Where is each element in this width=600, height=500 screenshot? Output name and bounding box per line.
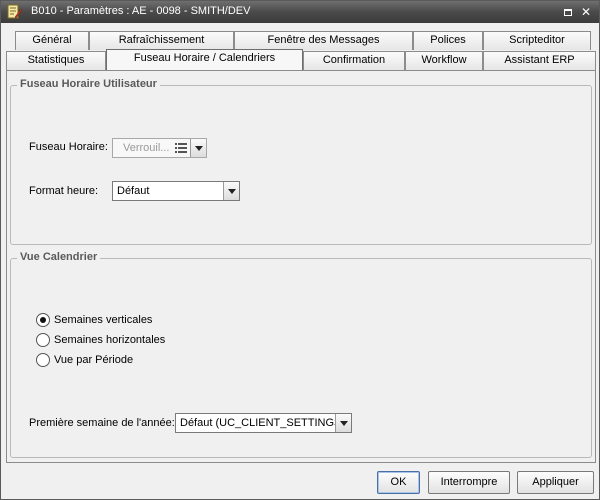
tab-confirmation[interactable]: Confirmation <box>303 51 405 70</box>
tab-scripteditor[interactable]: Scripteditor <box>483 31 591 50</box>
first-week-label: Première semaine de l'année: <box>29 417 175 429</box>
tab-content-panel: Fuseau Horaire Utilisateur Fuseau Horair… <box>6 71 596 463</box>
radio-label: Semaines verticales <box>54 314 153 326</box>
time-format-label: Format heure: <box>29 185 99 197</box>
first-week-combo[interactable]: Défaut (UC_CLIENT_SETTINGS) <box>175 413 352 433</box>
tab-timezone-calendars[interactable]: Fuseau Horaire / Calendriers <box>106 49 303 70</box>
tab-general[interactable]: Général <box>15 31 89 50</box>
ok-button[interactable]: OK <box>377 471 420 494</box>
radio-button[interactable] <box>36 333 50 347</box>
tab-row-back: Général Rafraîchissement Fenêtre des Mes… <box>1 31 600 50</box>
timezone-combo[interactable]: Verrouil... <box>112 138 207 158</box>
timezone-groupbox: Fuseau Horaire Utilisateur Fuseau Horair… <box>10 78 592 245</box>
app-icon <box>7 4 22 19</box>
timezone-group-title: Fuseau Horaire Utilisateur <box>17 78 160 90</box>
tab-fonts[interactable]: Polices <box>413 31 483 50</box>
tab-refresh[interactable]: Rafraîchissement <box>89 31 234 50</box>
maximize-icon[interactable] <box>561 5 575 19</box>
radio-label: Semaines horizontales <box>54 334 166 346</box>
calendar-group-title: Vue Calendrier <box>17 251 101 263</box>
time-format-value: Défaut <box>117 185 150 197</box>
title-bar[interactable]: B010 - Paramètres : AE - 0098 - SMITH/DE… <box>1 1 599 23</box>
calendar-view-groupbox: Vue Calendrier Semaines verticales Semai… <box>10 251 592 458</box>
chevron-down-icon[interactable] <box>335 414 351 432</box>
first-week-value: Défaut (UC_CLIENT_SETTINGS) <box>180 417 346 429</box>
time-format-combo[interactable]: Défaut <box>112 181 240 201</box>
chevron-down-icon[interactable] <box>190 139 206 157</box>
timezone-value: Verrouil... <box>123 142 170 154</box>
chevron-down-icon[interactable] <box>223 182 239 200</box>
tab-message-window[interactable]: Fenêtre des Messages <box>234 31 413 50</box>
apply-button[interactable]: Appliquer <box>517 471 594 494</box>
close-icon[interactable]: ✕ <box>579 5 593 19</box>
radio-button[interactable] <box>36 313 50 327</box>
radio-button[interactable] <box>36 353 50 367</box>
cancel-button[interactable]: Interrompre <box>428 471 510 494</box>
tab-statistics[interactable]: Statistiques <box>6 51 106 70</box>
tab-workflow[interactable]: Workflow <box>405 51 483 70</box>
tab-erp-assistant[interactable]: Assistant ERP <box>483 51 596 70</box>
list-icon <box>175 143 187 153</box>
tab-row-front: Statistiques Fuseau Horaire / Calendrier… <box>1 49 600 70</box>
timezone-label: Fuseau Horaire: <box>29 141 108 153</box>
settings-dialog: B010 - Paramètres : AE - 0098 - SMITH/DE… <box>0 0 600 500</box>
radio-label: Vue par Période <box>54 354 134 366</box>
window-title: B010 - Paramètres : AE - 0098 - SMITH/DE… <box>31 5 251 17</box>
